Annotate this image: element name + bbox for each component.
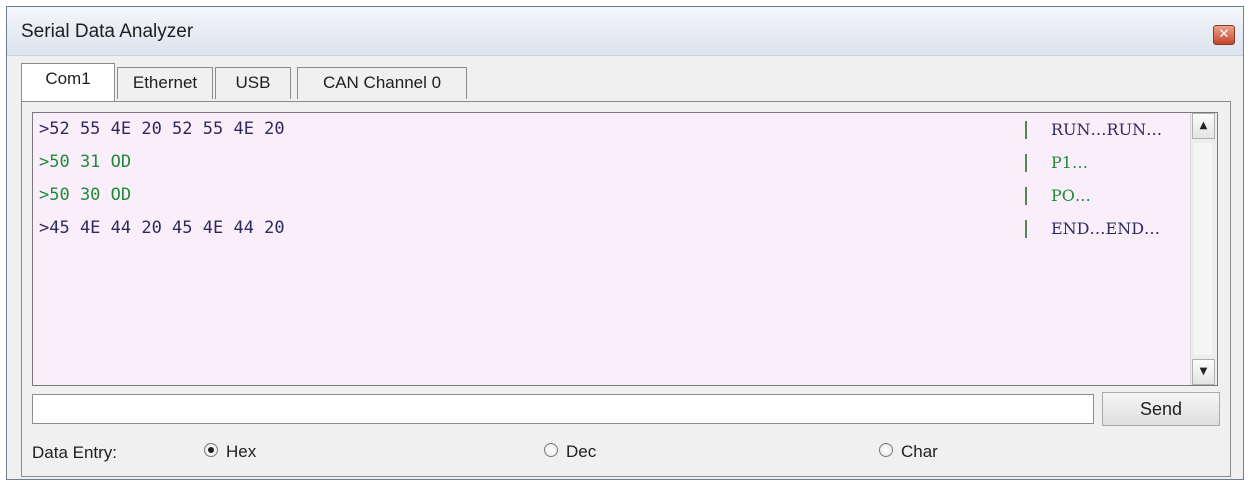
console-ascii-line: RUN…RUN…: [1051, 120, 1163, 139]
send-row: Send: [32, 392, 1220, 428]
com1-tab-panel: >52 55 4E 20 52 55 4E 20 RUN…RUN… >50 31…: [21, 101, 1231, 477]
window-title: Serial Data Analyzer: [21, 21, 194, 42]
scroll-track[interactable]: [1194, 143, 1212, 355]
radio-hex-label: Hex: [226, 442, 257, 461]
tab-ethernet-label: Ethernet: [132, 73, 198, 92]
console-scrollbar[interactable]: ▲ ▼: [1190, 113, 1217, 385]
console-ascii-line: P1…: [1051, 153, 1088, 172]
tab-can-channel-0[interactable]: CAN Channel 0: [297, 67, 467, 99]
tab-usb-label: USB: [235, 73, 271, 92]
radio-dec-label: Dec: [566, 442, 597, 461]
send-button[interactable]: Send: [1102, 392, 1220, 426]
console-hex-line: >45 4E 44 20 45 4E 44 20: [39, 218, 285, 238]
radio-selected-dot: [208, 447, 214, 453]
send-input[interactable]: [32, 394, 1094, 424]
radio-dec-circle[interactable]: [544, 443, 558, 457]
line-marker: [1025, 187, 1027, 205]
scroll-down-button[interactable]: ▼: [1192, 359, 1215, 385]
serial-data-analyzer-window: Serial Data Analyzer ✕ Com1 Ethernet USB…: [6, 6, 1244, 480]
radio-char-circle[interactable]: [879, 443, 893, 457]
line-marker: [1025, 121, 1027, 139]
close-icon: ✕: [1218, 27, 1230, 42]
data-console[interactable]: >52 55 4E 20 52 55 4E 20 RUN…RUN… >50 31…: [32, 112, 1218, 386]
tab-com1[interactable]: Com1: [21, 63, 115, 101]
tab-ethernet[interactable]: Ethernet: [117, 67, 213, 99]
title-bar[interactable]: Serial Data Analyzer ✕: [7, 7, 1243, 56]
radio-hex-circle[interactable]: [204, 443, 218, 457]
console-ascii-line: END…END…: [1051, 219, 1161, 238]
data-entry-row: Data Entry: Hex Dec Char: [32, 438, 1220, 468]
console-ascii-line: PO…: [1051, 186, 1091, 205]
arrow-up-icon: ▲: [1199, 120, 1208, 131]
arrow-down-icon: ▼: [1199, 366, 1208, 377]
console-hex-line: >52 55 4E 20 52 55 4E 20: [39, 119, 285, 139]
tab-com1-label: Com1: [45, 69, 91, 88]
radio-char-label: Char: [901, 442, 938, 461]
scroll-up-button[interactable]: ▲: [1192, 113, 1215, 139]
send-button-label: Send: [1139, 399, 1183, 419]
line-marker: [1025, 154, 1027, 172]
close-button[interactable]: ✕: [1213, 25, 1235, 45]
console-hex-line: >50 30 OD: [39, 185, 132, 205]
data-entry-label: Data Entry:: [32, 443, 118, 462]
console-hex-line: >50 31 OD: [39, 152, 132, 172]
tab-can-channel-0-label: CAN Channel 0: [322, 73, 442, 92]
tab-usb[interactable]: USB: [215, 67, 291, 99]
line-marker: [1025, 220, 1027, 238]
